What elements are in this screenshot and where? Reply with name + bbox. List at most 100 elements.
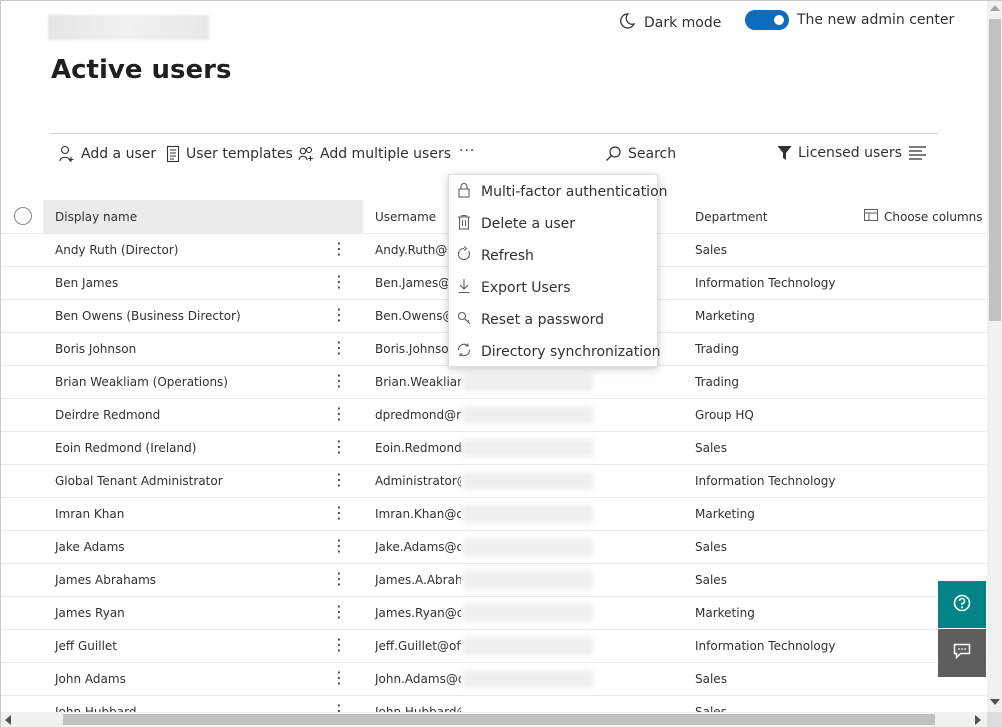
new-admin-center-toggle[interactable]: The new admin center (745, 10, 954, 30)
table-row[interactable]: Imran Khan ⋮ Imran.Khan@off Marketing (1, 498, 987, 531)
menu-item-label: Directory synchronization (481, 344, 661, 360)
user-department: Information Technology (695, 639, 836, 653)
row-more-icon[interactable]: ⋮ (331, 503, 347, 523)
chat-icon (953, 643, 971, 663)
table-row[interactable]: James Abrahams ⋮ James.A.Abrahar Sales (1, 564, 987, 597)
column-display-name[interactable]: Display name (43, 200, 363, 233)
menu-item-label: Refresh (481, 248, 534, 264)
choose-columns-label: Choose columns (884, 209, 983, 224)
user-username: John.Adams@of (375, 672, 461, 686)
row-more-icon[interactable]: ⋮ (331, 470, 347, 490)
user-display-name[interactable]: Jeff Guillet (55, 639, 117, 653)
column-department[interactable]: Department (695, 200, 768, 233)
redacted-text (463, 472, 593, 490)
help-button[interactable] (938, 581, 986, 628)
menu-item-directory-sync[interactable]: Directory synchronization (449, 336, 661, 368)
row-more-icon[interactable]: ⋮ (331, 371, 347, 391)
user-display-name[interactable]: Andy Ruth (Director) (55, 243, 178, 257)
columns-icon (864, 209, 878, 224)
user-username: Administrator@ (375, 474, 461, 488)
row-more-icon[interactable]: ⋮ (331, 338, 347, 358)
select-all-checkbox[interactable] (14, 207, 32, 225)
row-more-icon[interactable]: ⋮ (331, 404, 347, 424)
feedback-button[interactable] (938, 629, 986, 677)
user-username: James.Ryan@off (375, 606, 461, 620)
menu-item-label: Delete a user (481, 216, 576, 232)
filter-icon (777, 145, 792, 161)
user-display-name[interactable]: James Ryan (55, 606, 125, 620)
admin-window: Dark mode The new admin center Active us… (0, 0, 1002, 727)
row-more-icon[interactable]: ⋮ (331, 635, 347, 655)
menu-item-export-users[interactable]: Export Users (449, 272, 657, 304)
vertical-scroll-thumb[interactable] (989, 19, 1001, 321)
row-more-icon[interactable]: ⋮ (331, 272, 347, 292)
add-user-label: Add a user (81, 146, 157, 162)
table-row[interactable]: Jeff Guillet ⋮ Jeff.Guillet@offic Inform… (1, 630, 987, 663)
menu-item-refresh[interactable]: Refresh (449, 240, 657, 272)
user-username: Jeff.Guillet@offic (375, 639, 461, 653)
user-display-name[interactable]: Ben Owens (Business Director) (55, 309, 241, 323)
more-actions-button[interactable]: ··· (459, 143, 475, 159)
menu-item-label: Multi-factor authentication (481, 184, 668, 200)
scroll-up-arrow[interactable] (990, 5, 1000, 11)
add-multiple-users-button[interactable]: Add multiple users (298, 145, 451, 163)
user-display-name[interactable]: Imran Khan (55, 507, 124, 521)
dark-mode-toggle[interactable]: Dark mode (618, 12, 721, 34)
scroll-down-arrow[interactable] (990, 699, 1000, 705)
dark-mode-label: Dark mode (644, 15, 722, 31)
user-department: Marketing (695, 606, 755, 620)
search-box[interactable]: Search (605, 145, 676, 162)
scroll-right-arrow[interactable] (975, 715, 981, 725)
menu-item-delete-user[interactable]: Delete a user (449, 208, 657, 240)
user-display-name[interactable]: James Abrahams (55, 573, 156, 587)
redacted-text (463, 439, 593, 457)
user-display-name[interactable]: Eoin Redmond (Ireland) (55, 441, 196, 455)
table-row[interactable]: Eoin Redmond (Ireland) ⋮ Eoin.Redmond@ S… (1, 432, 987, 465)
moon-icon (618, 12, 636, 34)
horizontal-scroll-thumb[interactable] (63, 714, 935, 725)
user-department: Sales (695, 573, 727, 587)
table-row[interactable]: Deirdre Redmond ⋮ dpredmond@re Group HQ (1, 399, 987, 432)
user-display-name[interactable]: Ben James (55, 276, 118, 290)
menu-item-reset-password[interactable]: Reset a password (449, 304, 657, 336)
refresh-icon (457, 246, 471, 266)
user-templates-label: User templates (186, 146, 293, 162)
row-more-icon[interactable]: ⋮ (331, 602, 347, 622)
menu-item-label: Export Users (481, 280, 571, 296)
table-row[interactable]: Global Tenant Administrator ⋮ Administra… (1, 465, 987, 498)
row-more-icon[interactable]: ⋮ (331, 668, 347, 688)
user-templates-button[interactable]: User templates (166, 145, 293, 163)
user-username: Jake.Adams@off (375, 540, 461, 554)
search-label: Search (628, 145, 677, 162)
table-row[interactable]: John Adams ⋮ John.Adams@of Sales (1, 663, 987, 696)
more-icon: ··· (459, 143, 476, 159)
scrollbar-corner (987, 712, 1002, 727)
table-row[interactable]: James Ryan ⋮ James.Ryan@off Marketing (1, 597, 987, 630)
scroll-left-arrow[interactable] (5, 715, 11, 725)
column-username[interactable]: Username (375, 200, 436, 233)
add-user-button[interactable]: Add a user (59, 145, 156, 163)
user-display-name[interactable]: John Adams (55, 672, 126, 686)
user-username: Brian.Weakliam@ (375, 375, 461, 389)
row-more-icon[interactable]: ⋮ (331, 569, 347, 589)
choose-columns-button[interactable]: Choose columns (864, 200, 983, 233)
row-more-icon[interactable]: ⋮ (331, 437, 347, 457)
row-more-icon[interactable]: ⋮ (331, 305, 347, 325)
toggle-switch[interactable] (745, 10, 789, 30)
menu-item-mfa[interactable]: Multi-factor authentication (449, 176, 668, 208)
view-density-button[interactable] (909, 146, 926, 160)
filter-button[interactable]: Licensed users (777, 145, 902, 161)
user-display-name[interactable]: Brian Weakliam (Operations) (55, 375, 228, 389)
user-display-name[interactable]: Boris Johnson (55, 342, 136, 356)
user-display-name[interactable]: Jake Adams (55, 540, 125, 554)
table-row[interactable]: Jake Adams ⋮ Jake.Adams@off Sales (1, 531, 987, 564)
redacted-text (463, 604, 593, 622)
row-more-icon[interactable]: ⋮ (331, 536, 347, 556)
redacted-text (463, 670, 593, 688)
user-display-name[interactable]: Global Tenant Administrator (55, 474, 223, 488)
user-display-name[interactable]: Deirdre Redmond (55, 408, 160, 422)
user-department: Information Technology (695, 276, 836, 290)
row-more-icon[interactable]: ⋮ (331, 239, 347, 259)
table-row[interactable]: Brian Weakliam (Operations) ⋮ Brian.Weak… (1, 366, 987, 399)
user-username: Imran.Khan@off (375, 507, 461, 521)
